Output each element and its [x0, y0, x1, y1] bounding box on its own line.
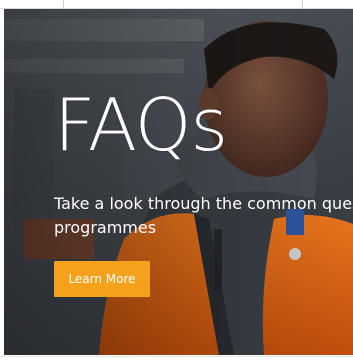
learn-more-button[interactable]: Learn More [54, 261, 150, 297]
strip-divider [302, 0, 303, 8]
faq-hero-banner: FAQs Take a look through the common ques… [4, 9, 353, 355]
hero-description-line: programmes [54, 218, 157, 237]
page-frame: FAQs Take a look through the common ques… [0, 0, 353, 361]
hero-description-line: Take a look through the common questions… [54, 194, 353, 213]
hero-description: Take a look through the common questions… [54, 192, 353, 240]
hero-background-photo [4, 9, 353, 355]
strip-divider [63, 0, 64, 8]
page-title: FAQs [54, 83, 228, 167]
top-strip [0, 0, 353, 9]
section-divider [0, 356, 353, 357]
